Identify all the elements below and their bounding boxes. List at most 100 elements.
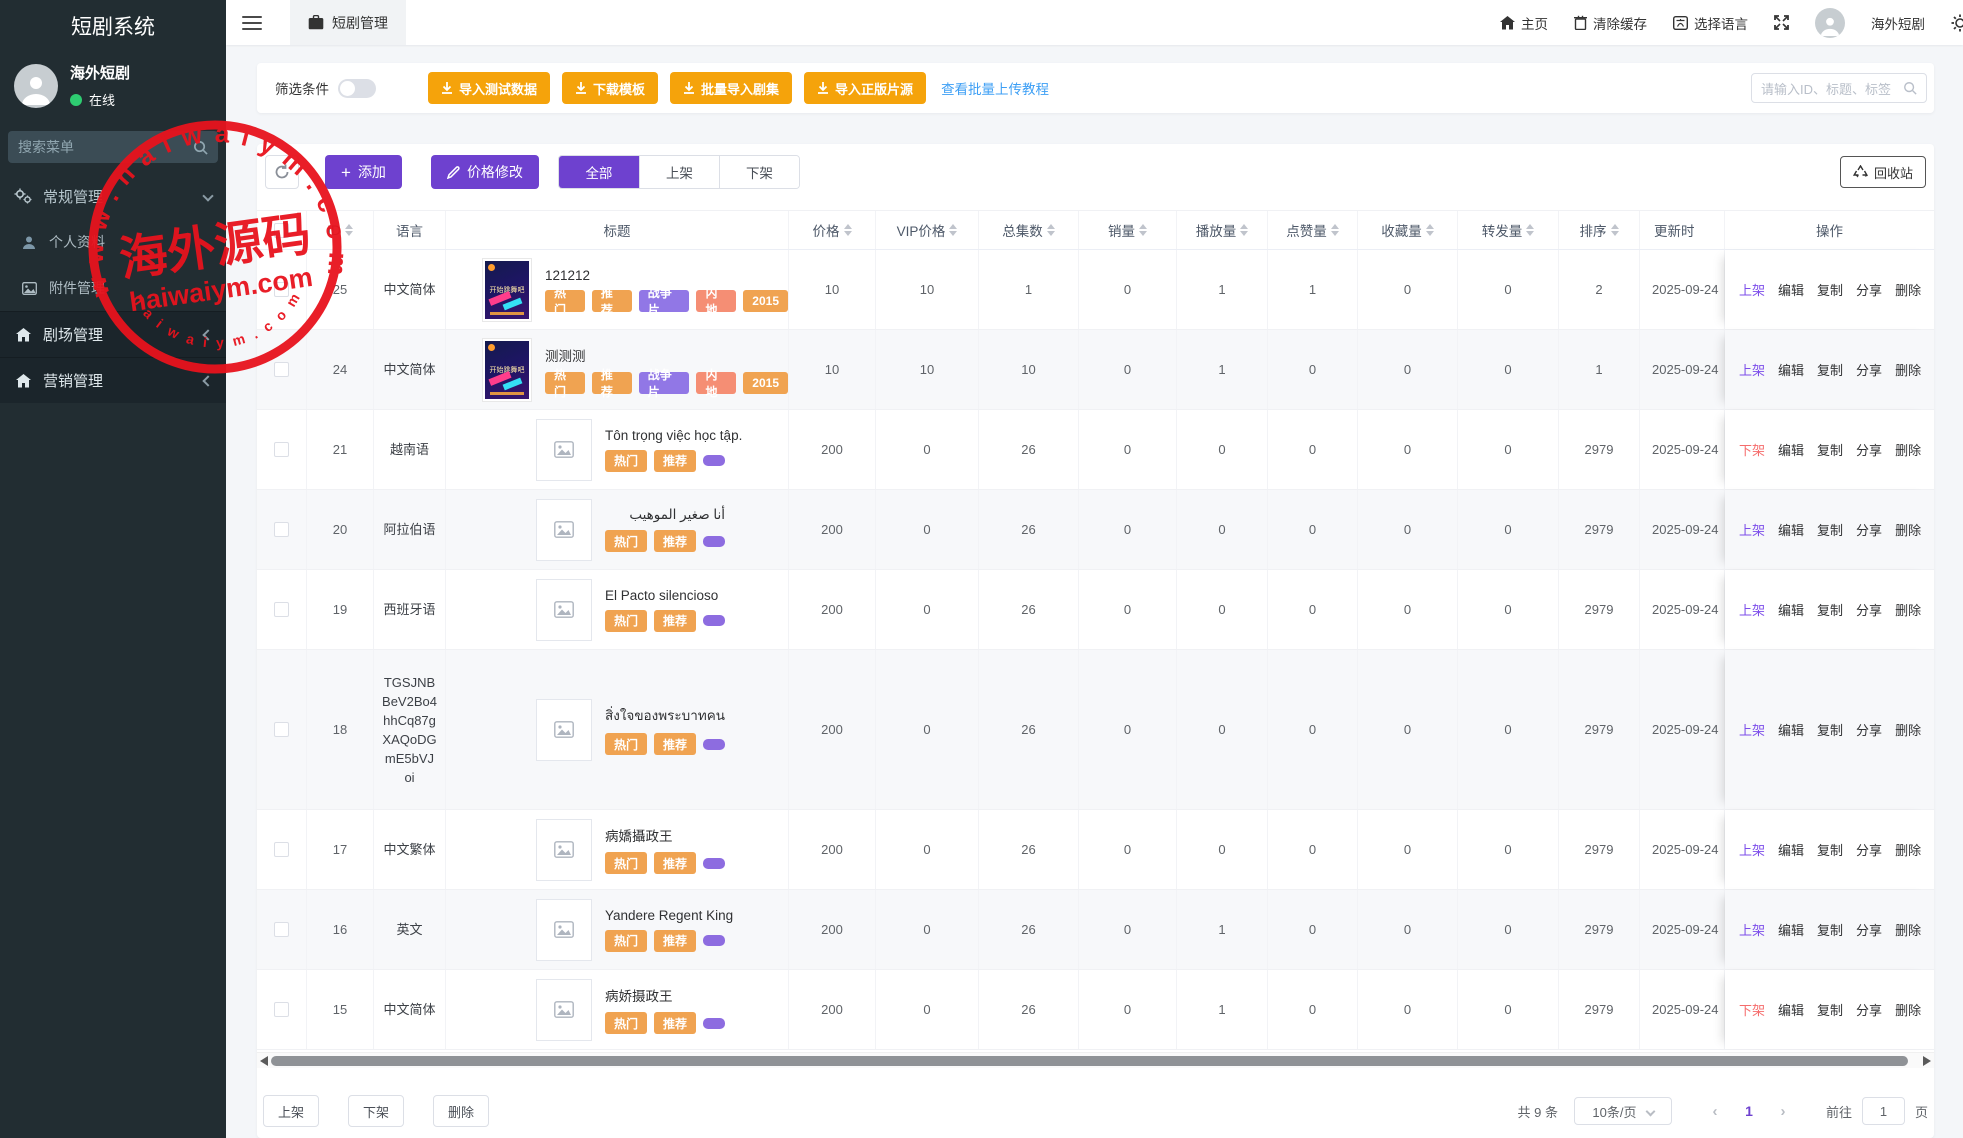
bulk-delete-button[interactable]: 删除 (433, 1095, 490, 1127)
column-header-favs[interactable]: 收藏量 (1358, 211, 1458, 249)
action-link-0[interactable]: 编辑 (1778, 720, 1804, 739)
row-checkbox[interactable] (274, 1002, 289, 1017)
action-link-1[interactable]: 复制 (1817, 600, 1843, 619)
action-unlist-link[interactable]: 下架 (1739, 440, 1765, 459)
scrollbar-thumb[interactable] (271, 1056, 1908, 1066)
row-checkbox[interactable] (274, 922, 289, 937)
action-link-2[interactable]: 分享 (1856, 520, 1882, 539)
sort-icon[interactable] (1139, 224, 1147, 236)
action-list-link[interactable]: 上架 (1739, 720, 1765, 739)
filter-toggle[interactable] (338, 78, 376, 98)
action-link-3[interactable]: 删除 (1895, 840, 1921, 859)
scroll-left-arrow-icon[interactable] (260, 1056, 268, 1066)
action-link-2[interactable]: 分享 (1856, 600, 1882, 619)
sidebar-item-attachments[interactable]: 附件管理 (0, 265, 226, 311)
sidebar-item-marketing[interactable]: 营销管理 (0, 357, 226, 403)
import-test-data-button[interactable]: 导入测试数据 (428, 72, 551, 104)
action-link-2[interactable]: 分享 (1856, 440, 1882, 459)
price-edit-button[interactable]: 价格修改 (430, 155, 539, 189)
row-checkbox[interactable] (274, 442, 289, 457)
action-link-1[interactable]: 复制 (1817, 920, 1843, 939)
action-link-3[interactable]: 删除 (1895, 360, 1921, 379)
add-button[interactable]: + 添加 (325, 155, 402, 189)
refresh-button[interactable] (265, 155, 299, 189)
action-link-1[interactable]: 复制 (1817, 360, 1843, 379)
action-link-0[interactable]: 编辑 (1778, 280, 1804, 299)
fullscreen-icon[interactable] (1774, 15, 1789, 30)
action-link-1[interactable]: 复制 (1817, 280, 1843, 299)
current-page[interactable]: 1 (1734, 1103, 1764, 1119)
action-link-1[interactable]: 复制 (1817, 720, 1843, 739)
segment-listed[interactable]: 上架 (638, 156, 719, 188)
download-template-button[interactable]: 下载模板 (562, 72, 659, 104)
action-list-link[interactable]: 上架 (1739, 600, 1765, 619)
action-list-link[interactable]: 上架 (1739, 280, 1765, 299)
sort-icon[interactable] (1610, 224, 1619, 236)
action-link-1[interactable]: 复制 (1817, 840, 1843, 859)
action-link-3[interactable]: 删除 (1895, 280, 1921, 299)
action-list-link[interactable]: 上架 (1739, 920, 1765, 939)
sidebar-item-profile[interactable]: 个人资料 (0, 219, 226, 265)
action-unlist-link[interactable]: 下架 (1739, 1000, 1765, 1019)
navbar-username[interactable]: 海外短剧 (1871, 13, 1925, 33)
action-link-1[interactable]: 复制 (1817, 1000, 1843, 1019)
sidebar-item-general[interactable]: 常规管理 (0, 173, 226, 219)
row-checkbox[interactable] (274, 362, 289, 377)
action-link-0[interactable]: 编辑 (1778, 920, 1804, 939)
action-link-0[interactable]: 编辑 (1778, 360, 1804, 379)
sort-icon[interactable] (1526, 224, 1535, 236)
sort-icon[interactable] (1240, 224, 1249, 236)
tab-drama-management[interactable]: 短剧管理 (290, 0, 406, 45)
select-all-checkbox[interactable] (274, 222, 289, 238)
action-link-0[interactable]: 编辑 (1778, 440, 1804, 459)
action-link-2[interactable]: 分享 (1856, 840, 1882, 859)
action-link-3[interactable]: 删除 (1895, 520, 1921, 539)
segment-unlisted[interactable]: 下架 (718, 156, 799, 188)
bulk-list-button[interactable]: 上架 (263, 1095, 320, 1127)
recycle-bin-button[interactable]: 回收站 (1839, 156, 1926, 188)
segment-all[interactable]: 全部 (558, 156, 639, 188)
action-link-1[interactable]: 复制 (1817, 440, 1843, 459)
action-link-3[interactable]: 删除 (1895, 920, 1921, 939)
sort-icon[interactable] (1425, 224, 1434, 236)
sort-icon[interactable] (1046, 224, 1055, 236)
action-link-2[interactable]: 分享 (1856, 360, 1882, 379)
action-link-2[interactable]: 分享 (1856, 280, 1882, 299)
action-link-2[interactable]: 分享 (1856, 920, 1882, 939)
row-checkbox[interactable] (274, 522, 289, 537)
column-header-vip[interactable]: VIP价格 (876, 211, 979, 249)
page-size-select[interactable]: 10条/页 (1573, 1097, 1672, 1125)
action-link-3[interactable]: 删除 (1895, 1000, 1921, 1019)
action-list-link[interactable]: 上架 (1739, 520, 1765, 539)
row-checkbox[interactable] (274, 282, 289, 297)
row-checkbox[interactable] (274, 602, 289, 617)
column-header-likes[interactable]: 点赞量 (1268, 211, 1358, 249)
column-header-id[interactable]: ID (307, 211, 374, 249)
hamburger-menu-icon[interactable] (242, 15, 262, 30)
gear-icon[interactable] (1951, 14, 1963, 32)
sort-icon[interactable] (344, 224, 353, 236)
navbar-avatar[interactable] (1815, 7, 1845, 38)
action-link-3[interactable]: 删除 (1895, 720, 1921, 739)
action-link-0[interactable]: 编辑 (1778, 840, 1804, 859)
prev-page-button[interactable]: ‹ (1696, 1103, 1734, 1120)
action-list-link[interactable]: 上架 (1739, 840, 1765, 859)
row-checkbox[interactable] (274, 842, 289, 857)
action-link-0[interactable]: 编辑 (1778, 600, 1804, 619)
nav-select-language[interactable]: 选择语言 (1673, 13, 1748, 33)
goto-page-input[interactable]: 1 (1861, 1097, 1905, 1125)
column-header-eps[interactable]: 总集数 (979, 211, 1079, 249)
next-page-button[interactable]: › (1764, 1103, 1802, 1120)
action-link-3[interactable]: 删除 (1895, 600, 1921, 619)
action-link-0[interactable]: 编辑 (1778, 520, 1804, 539)
action-link-0[interactable]: 编辑 (1778, 1000, 1804, 1019)
column-header-plays[interactable]: 播放量 (1177, 211, 1268, 249)
import-licensed-source-button[interactable]: 导入正版片源 (804, 72, 927, 104)
horizontal-scrollbar[interactable] (257, 1052, 1934, 1068)
sidebar-search-input[interactable]: 搜索菜单 (8, 131, 218, 163)
column-header-sort[interactable]: 排序 (1559, 211, 1640, 249)
action-link-2[interactable]: 分享 (1856, 1000, 1882, 1019)
action-link-3[interactable]: 删除 (1895, 440, 1921, 459)
action-list-link[interactable]: 上架 (1739, 360, 1765, 379)
batch-import-episodes-button[interactable]: 批量导入剧集 (670, 72, 793, 104)
